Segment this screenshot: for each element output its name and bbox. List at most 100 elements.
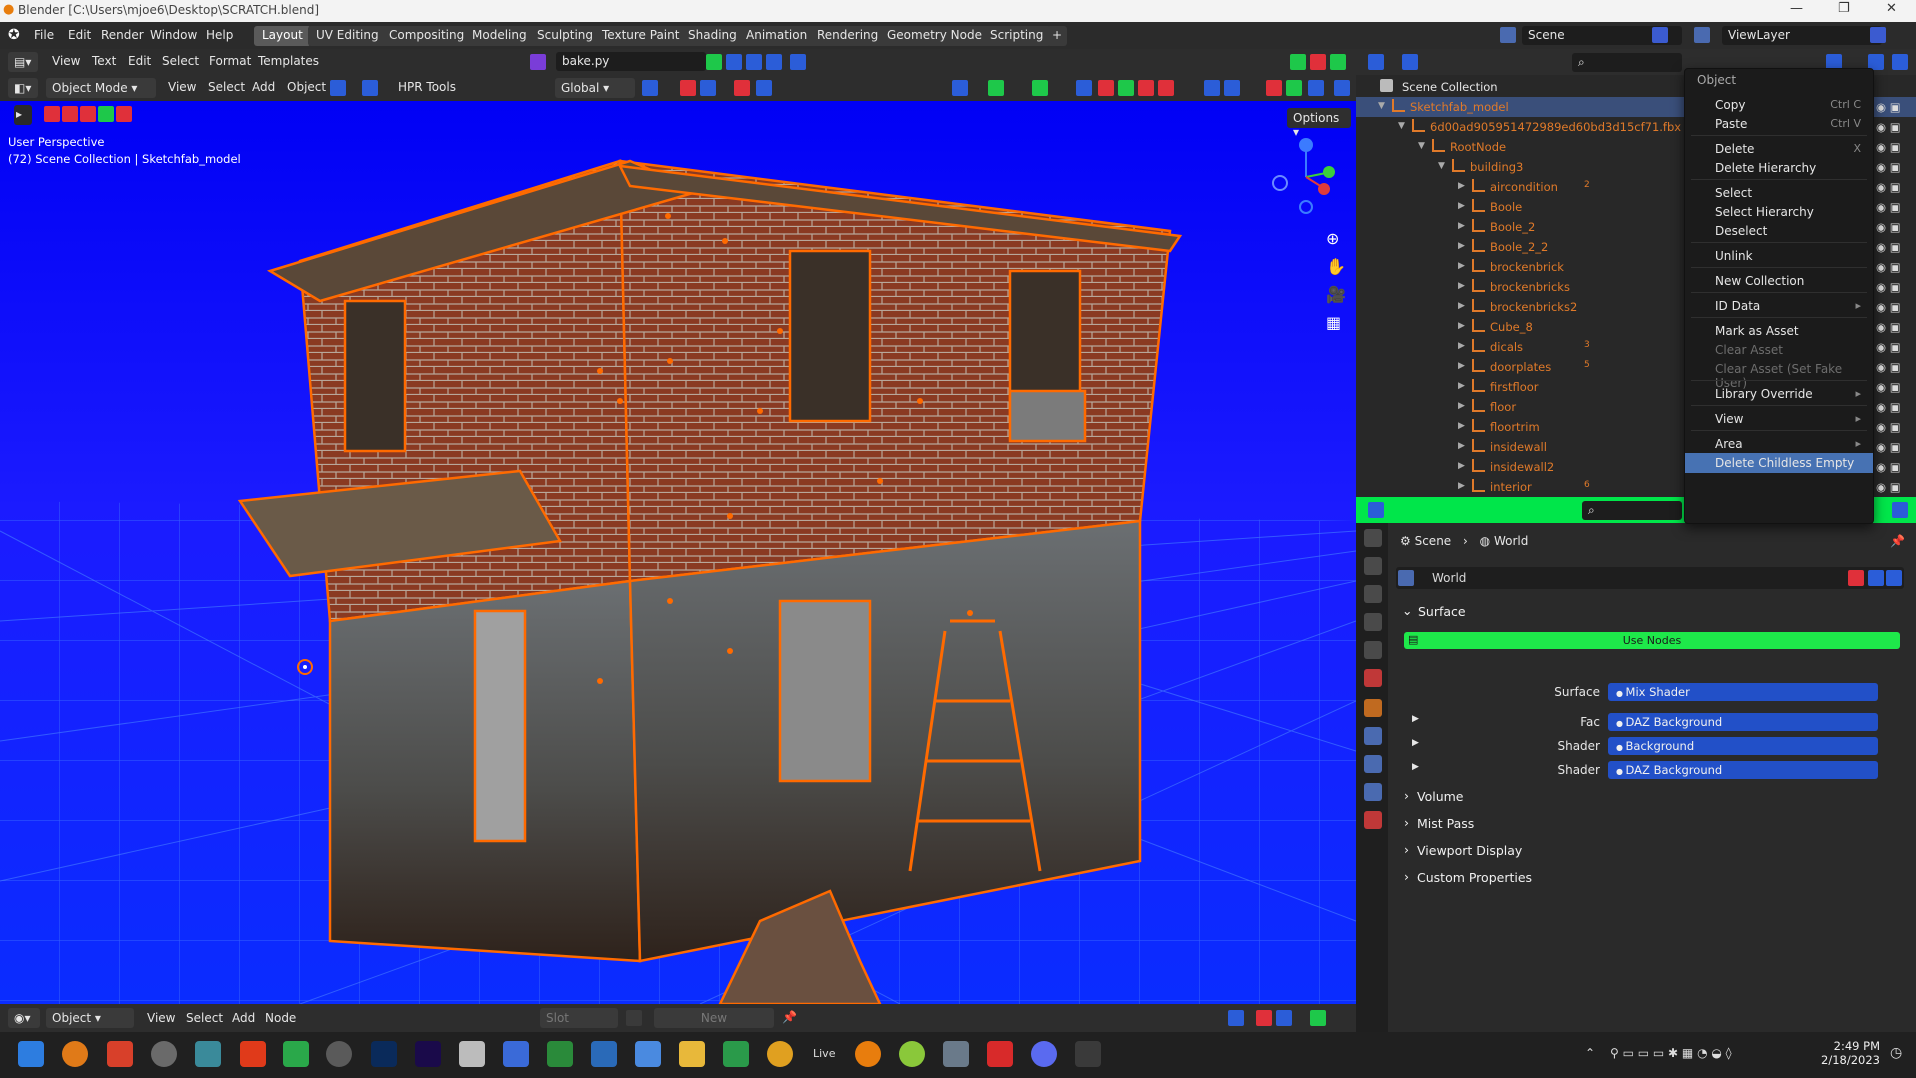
te-menu-format[interactable]: Format: [209, 54, 251, 68]
app-icon[interactable]: [899, 1041, 925, 1067]
visibility-toggle-icon[interactable]: ◉ ▣: [1876, 280, 1901, 294]
menu-item[interactable]: View ▸: [1685, 409, 1873, 429]
shading-solid-icon[interactable]: [1118, 80, 1134, 96]
menu-item[interactable]: Mark as Asset: [1685, 321, 1873, 341]
te-menu-templates[interactable]: Templates: [258, 54, 319, 68]
menu-item[interactable]: Copy Ctrl C: [1685, 95, 1873, 115]
pan-hand-icon[interactable]: ✋: [1326, 257, 1346, 276]
visibility-icon[interactable]: [952, 80, 968, 96]
visibility-toggle-icon[interactable]: ◉ ▣: [1876, 360, 1901, 374]
visibility-toggle-icon[interactable]: ◉ ▣: [1876, 220, 1901, 234]
unlink-text-icon[interactable]: [766, 54, 782, 70]
viewlayer-field[interactable]: ViewLayer: [1722, 26, 1882, 45]
custom-props-chevron-icon[interactable]: ›: [1404, 869, 1409, 884]
visibility-toggle-icon[interactable]: ◉ ▣: [1876, 200, 1901, 214]
viewport-display-chevron-icon[interactable]: ›: [1404, 842, 1409, 857]
visibility-toggle-icon[interactable]: ◉ ▣: [1876, 320, 1901, 334]
hpr-tools-menu[interactable]: HPR Tools: [398, 80, 456, 94]
tab-texture-paint[interactable]: Texture Paint: [594, 26, 688, 46]
clock[interactable]: 2:49 PM 2/18/2023: [1820, 1039, 1880, 1067]
outliner-options-icon[interactable]: [1892, 54, 1908, 70]
te-menu-edit[interactable]: Edit: [128, 54, 151, 68]
expand-arrow-icon[interactable]: ▶: [1458, 341, 1465, 351]
misc-node-icon[interactable]: [1310, 1010, 1326, 1026]
new-text-icon[interactable]: [726, 54, 742, 70]
surface-expand-icon[interactable]: ⌄: [1402, 603, 1412, 618]
chart-app-icon[interactable]: [547, 1041, 573, 1067]
tool-select-icon[interactable]: [80, 106, 96, 122]
expand-arrow-icon[interactable]: ▶: [1458, 441, 1465, 451]
menu-render[interactable]: Render: [101, 28, 144, 42]
menu-item[interactable]: Library Override ▸: [1685, 384, 1873, 404]
syntax-highlight-icon[interactable]: [1330, 54, 1346, 70]
visibility-toggle-icon[interactable]: ◉ ▣: [1876, 240, 1901, 254]
te-menu-text[interactable]: Text: [92, 54, 116, 68]
visibility-toggle-icon[interactable]: ◉ ▣: [1876, 100, 1901, 114]
new-viewlayer-icon[interactable]: [1870, 27, 1886, 43]
visibility-toggle-icon[interactable]: ◉ ▣: [1876, 300, 1901, 314]
vp-menu-view[interactable]: View: [168, 80, 196, 94]
misc-tool-icon[interactable]: [1266, 80, 1282, 96]
expand-arrow-icon[interactable]: ▼: [1378, 101, 1385, 111]
terminal-icon[interactable]: [1075, 1041, 1101, 1067]
misc-tool-icon[interactable]: [1286, 80, 1302, 96]
tab-shading[interactable]: Shading: [680, 26, 745, 46]
node-mode-dropdown[interactable]: Object ▾: [46, 1008, 134, 1028]
visibility-toggle-icon[interactable]: ◉ ▣: [1876, 420, 1901, 434]
mail-icon[interactable]: [591, 1041, 617, 1067]
fake-user-shield-icon[interactable]: [1848, 570, 1864, 586]
new-material-button[interactable]: New: [654, 1008, 774, 1028]
proportional-edit-icon[interactable]: [734, 80, 750, 96]
mist-section-title[interactable]: Mist Pass: [1417, 816, 1474, 831]
maximize-icon[interactable]: ❐: [1838, 1, 1850, 16]
expand-arrow-icon[interactable]: ▶: [1458, 221, 1465, 231]
pivot-icon[interactable]: [642, 80, 658, 96]
blender-menu-icon[interactable]: ✪: [8, 27, 20, 43]
live-icon[interactable]: Live: [813, 1047, 835, 1060]
notepad-icon[interactable]: [723, 1041, 749, 1067]
properties-options-icon[interactable]: [1892, 502, 1908, 518]
breadcrumb-scene[interactable]: Scene: [1415, 534, 1452, 548]
properties-type-icon[interactable]: [1368, 502, 1384, 518]
shading-wireframe-icon[interactable]: [1098, 80, 1114, 96]
tab-object-icon[interactable]: [1364, 699, 1382, 717]
expand-arrow-icon[interactable]: ▶: [1458, 361, 1465, 371]
tab-render-icon[interactable]: [1364, 557, 1382, 575]
tab-texture-icon[interactable]: [1364, 811, 1382, 829]
run-script-icon[interactable]: [790, 54, 806, 70]
visibility-toggle-icon[interactable]: ◉ ▣: [1876, 260, 1901, 274]
orientation-dropdown[interactable]: Global ▾: [555, 78, 635, 98]
3d-viewport[interactable]: User Perspective (72) Scene Collection |…: [0, 101, 1356, 1004]
falloff-icon[interactable]: [756, 80, 772, 96]
menu-item[interactable]: Delete Childless Empty: [1685, 453, 1873, 473]
expand-arrow-icon[interactable]: ▶: [1458, 281, 1465, 291]
tab-uv-editing[interactable]: UV Editing: [308, 26, 387, 46]
tab-scene-icon[interactable]: [1364, 641, 1382, 659]
expand-arrow-icon[interactable]: ▶: [1458, 301, 1465, 311]
xray-icon[interactable]: [1076, 80, 1092, 96]
te-menu-view[interactable]: View: [52, 54, 80, 68]
app-icon[interactable]: [943, 1041, 969, 1067]
node-menu-view[interactable]: View: [147, 1011, 175, 1025]
expand-input-icon[interactable]: ▶: [1412, 714, 1419, 724]
chrome-icon[interactable]: [767, 1041, 793, 1067]
grid-view-icon[interactable]: ▦: [1326, 313, 1341, 332]
expand-arrow-icon[interactable]: ▶: [1458, 401, 1465, 411]
outliner-type-icon[interactable]: [1368, 54, 1384, 70]
pin-properties-icon[interactable]: 📌: [1890, 534, 1905, 548]
misc-node-icon[interactable]: [1256, 1010, 1272, 1026]
visibility-toggle-icon[interactable]: ◉ ▣: [1876, 340, 1901, 354]
node-menu-select[interactable]: Select: [186, 1011, 223, 1025]
material-icon[interactable]: [626, 1010, 642, 1026]
shield-app-icon[interactable]: [107, 1041, 133, 1067]
tab-physics-icon[interactable]: [1364, 783, 1382, 801]
menu-item[interactable]: Area ▸: [1685, 434, 1873, 454]
x-app-icon[interactable]: [240, 1041, 266, 1067]
snap-icon[interactable]: [362, 80, 378, 96]
expand-arrow-icon[interactable]: ▶: [1458, 421, 1465, 431]
menu-edit[interactable]: Edit: [68, 28, 91, 42]
mode-dropdown[interactable]: Object Mode ▾: [46, 78, 156, 98]
tab-output-icon[interactable]: [1364, 585, 1382, 603]
vp-menu-object[interactable]: Object: [287, 80, 326, 94]
new-scene-icon[interactable]: [1652, 27, 1668, 43]
